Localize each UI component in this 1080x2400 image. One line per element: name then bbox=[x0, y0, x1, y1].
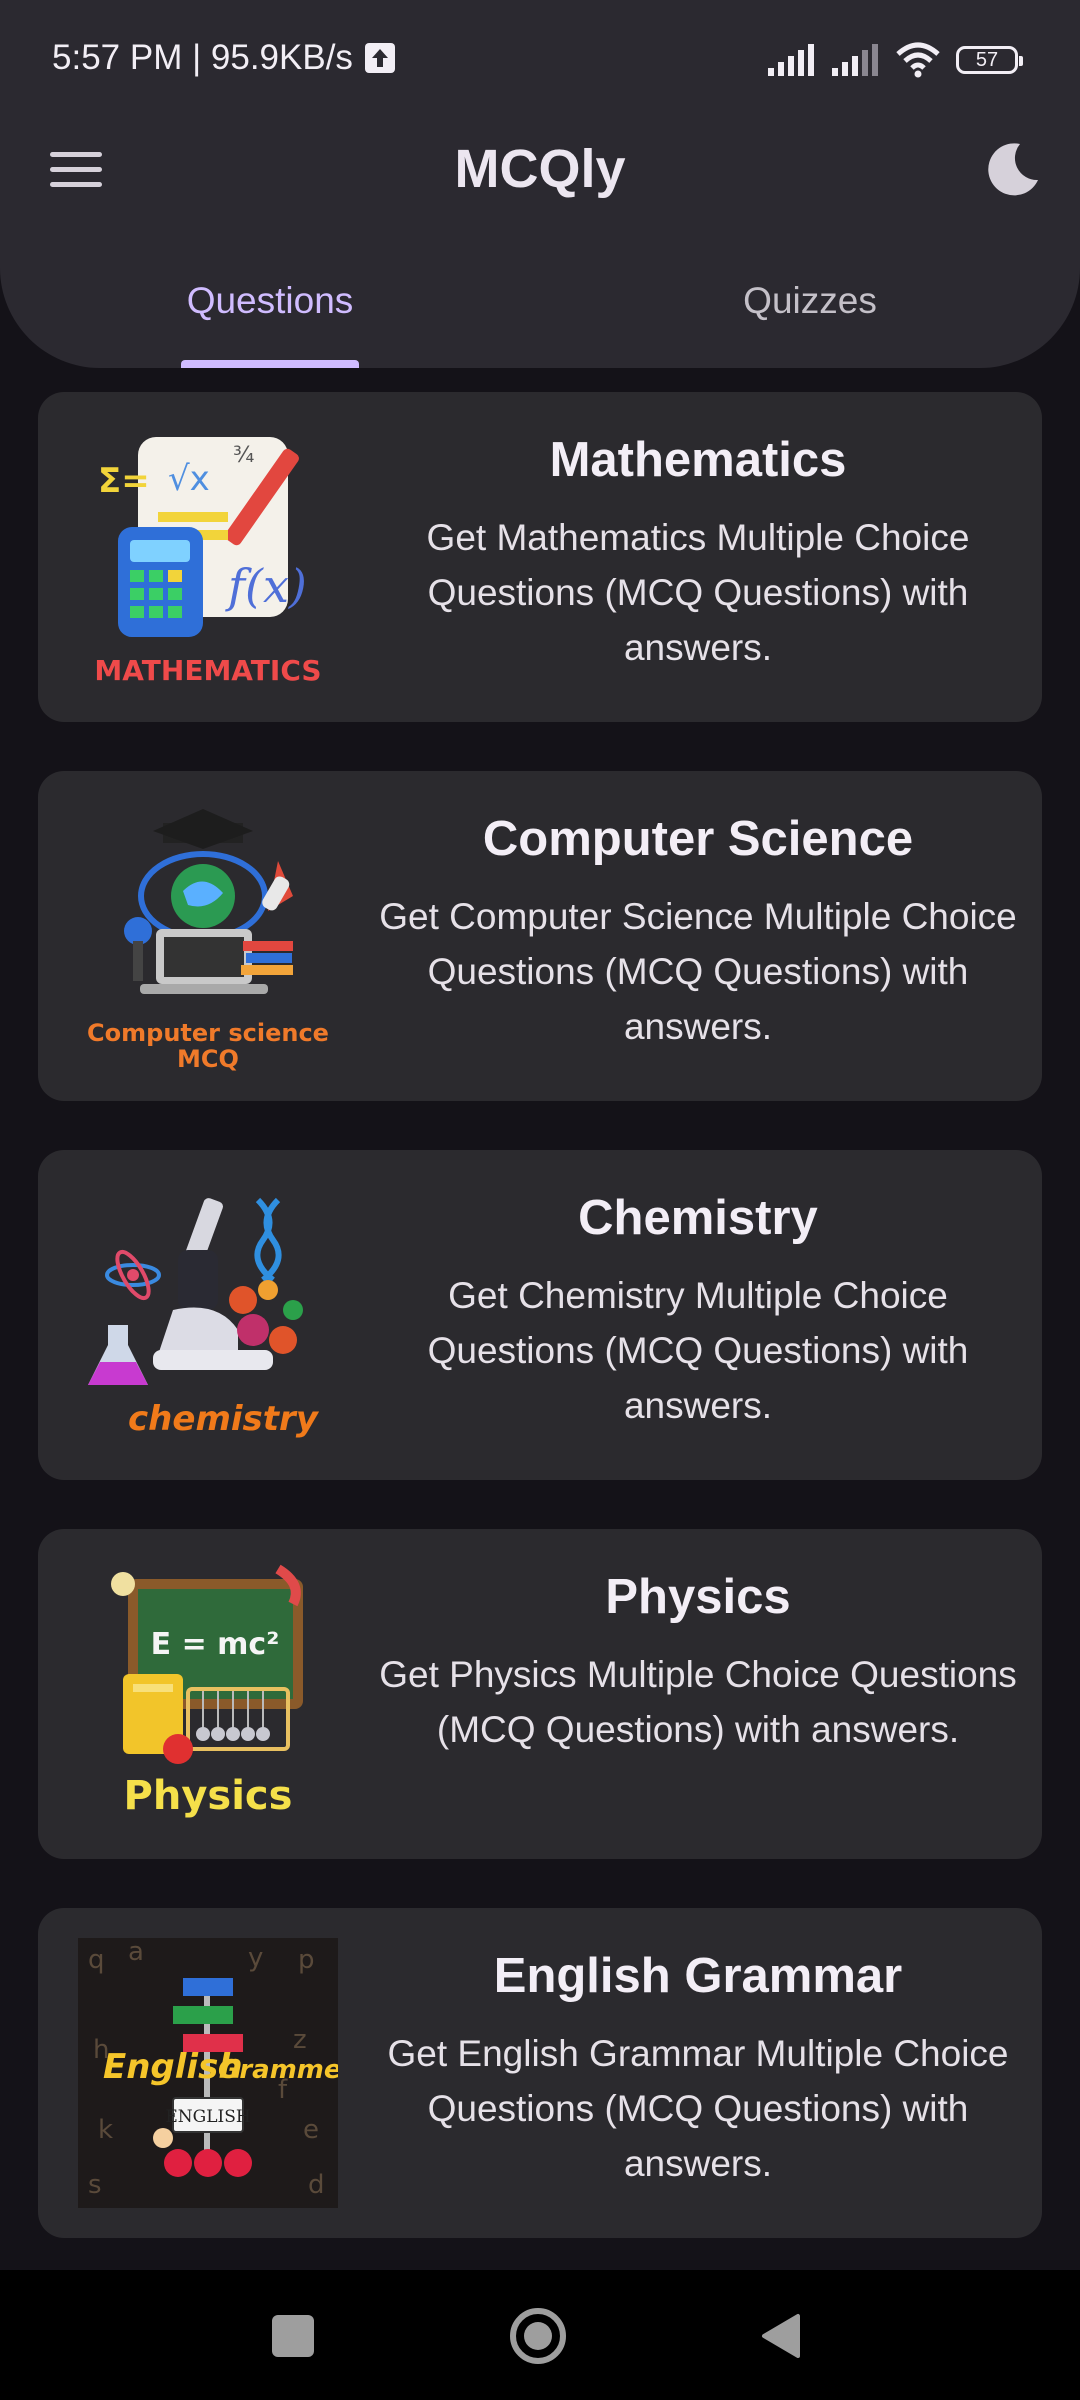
svg-text:¾: ¾ bbox=[233, 443, 254, 468]
subject-card-mathematics[interactable]: Σ= √x ¾ f(x) MATHEMATICS Mathematics Get… bbox=[38, 392, 1042, 722]
tab-quizzes[interactable]: Quizzes bbox=[540, 280, 1080, 322]
signal-icon bbox=[768, 44, 814, 76]
svg-text:ENGLISH: ENGLISH bbox=[165, 2107, 250, 2127]
subject-card-computer-science[interactable]: Computer science MCQ Computer Science Ge… bbox=[38, 771, 1042, 1101]
chemistry-image: chemistry bbox=[88, 1197, 320, 1439]
card-title: Physics bbox=[605, 1570, 791, 1624]
card-title: Chemistry bbox=[578, 1191, 818, 1245]
mathematics-image-label: MATHEMATICS bbox=[94, 654, 321, 687]
svg-text:s: s bbox=[88, 2170, 102, 2200]
tab-questions[interactable]: Questions bbox=[0, 280, 540, 322]
app-header: 5:57 PM | 95.9KB/s 57 MCQly Questions Qu… bbox=[0, 0, 1080, 368]
upload-icon bbox=[364, 43, 395, 73]
wifi-icon bbox=[896, 42, 940, 78]
status-left: 5:57 PM | 95.9KB/s bbox=[52, 38, 395, 78]
subject-card-physics[interactable]: E = mc² Physics Physics Get Physics Mult… bbox=[38, 1529, 1042, 1859]
status-time-speed: 5:57 PM | 95.9KB/s bbox=[52, 38, 353, 77]
card-description: Get English Grammar Multiple Choice Ques… bbox=[387, 2033, 1009, 2184]
card-text: Physics Get Physics Multiple Choice Ques… bbox=[378, 1569, 1018, 1757]
card-description: Get Computer Science Multiple Choice Que… bbox=[379, 896, 1017, 1047]
subject-card-english-grammar[interactable]: qayp hzke sdf English Grammer ENGLISH En… bbox=[38, 1908, 1042, 2238]
battery-icon: 57 bbox=[956, 46, 1023, 74]
svg-text:Computer science: Computer science bbox=[87, 1019, 329, 1047]
card-description: Get Chemistry Multiple Choice Questions … bbox=[427, 1275, 969, 1426]
top-app-bar: MCQly bbox=[0, 120, 1080, 220]
status-right: 57 bbox=[766, 40, 1023, 80]
app-title: MCQly bbox=[454, 139, 626, 199]
active-tab-indicator bbox=[181, 360, 359, 368]
svg-text:Physics: Physics bbox=[124, 1773, 293, 1819]
svg-text:Grammer: Grammer bbox=[218, 2055, 338, 2085]
english-grammar-image: qayp hzke sdf English Grammer ENGLISH bbox=[78, 1938, 338, 2208]
svg-text:chemistry: chemistry bbox=[128, 1399, 320, 1439]
svg-text:√x: √x bbox=[168, 459, 210, 499]
svg-text:p: p bbox=[298, 1945, 315, 1975]
svg-text:Σ=: Σ= bbox=[98, 461, 150, 501]
system-navigation-bar bbox=[0, 2270, 1080, 2400]
svg-text:MCQ: MCQ bbox=[177, 1045, 239, 1071]
card-text: Chemistry Get Chemistry Multiple Choice … bbox=[378, 1190, 1018, 1433]
status-bar: 5:57 PM | 95.9KB/s 57 bbox=[0, 0, 1080, 120]
svg-text:E = mc²: E = mc² bbox=[151, 1627, 280, 1662]
card-description: Get Mathematics Multiple Choice Question… bbox=[426, 517, 970, 668]
svg-text:z: z bbox=[293, 2025, 307, 2055]
recent-apps-button[interactable] bbox=[272, 2315, 314, 2357]
subject-list: Σ= √x ¾ f(x) MATHEMATICS Mathematics Get… bbox=[38, 392, 1042, 2287]
card-title: Mathematics bbox=[549, 433, 847, 487]
card-text: Computer Science Get Computer Science Mu… bbox=[378, 811, 1018, 1054]
svg-text:e: e bbox=[303, 2115, 319, 2145]
svg-text:y: y bbox=[248, 1943, 263, 1973]
card-text: English Grammar Get English Grammar Mult… bbox=[378, 1948, 1018, 2191]
card-description: Get Physics Multiple Choice Questions (M… bbox=[379, 1654, 1017, 1750]
subject-card-chemistry[interactable]: chemistry Chemistry Get Chemistry Multip… bbox=[38, 1150, 1042, 1480]
svg-text:f(x): f(x) bbox=[225, 559, 307, 613]
computer-science-image: Computer science MCQ bbox=[87, 809, 329, 1071]
signal-icon-2 bbox=[832, 44, 878, 76]
card-text: Mathematics Get Mathematics Multiple Cho… bbox=[378, 432, 1018, 675]
card-title: Computer Science bbox=[482, 812, 914, 866]
home-button[interactable] bbox=[508, 2306, 568, 2366]
svg-text:q: q bbox=[88, 1945, 105, 1975]
battery-level: 57 bbox=[975, 48, 999, 71]
moon-icon[interactable] bbox=[980, 138, 1044, 202]
svg-text:d: d bbox=[308, 2170, 325, 2200]
physics-image: E = mc² Physics bbox=[111, 1564, 303, 1819]
back-button[interactable] bbox=[758, 2312, 802, 2360]
tab-bar: Questions Quizzes bbox=[0, 270, 1080, 368]
svg-text:a: a bbox=[128, 1938, 144, 1967]
card-title: English Grammar bbox=[493, 1949, 903, 2003]
mathematics-image: Σ= √x ¾ f(x) MATHEMATICS bbox=[94, 437, 322, 687]
svg-text:k: k bbox=[98, 2115, 113, 2145]
